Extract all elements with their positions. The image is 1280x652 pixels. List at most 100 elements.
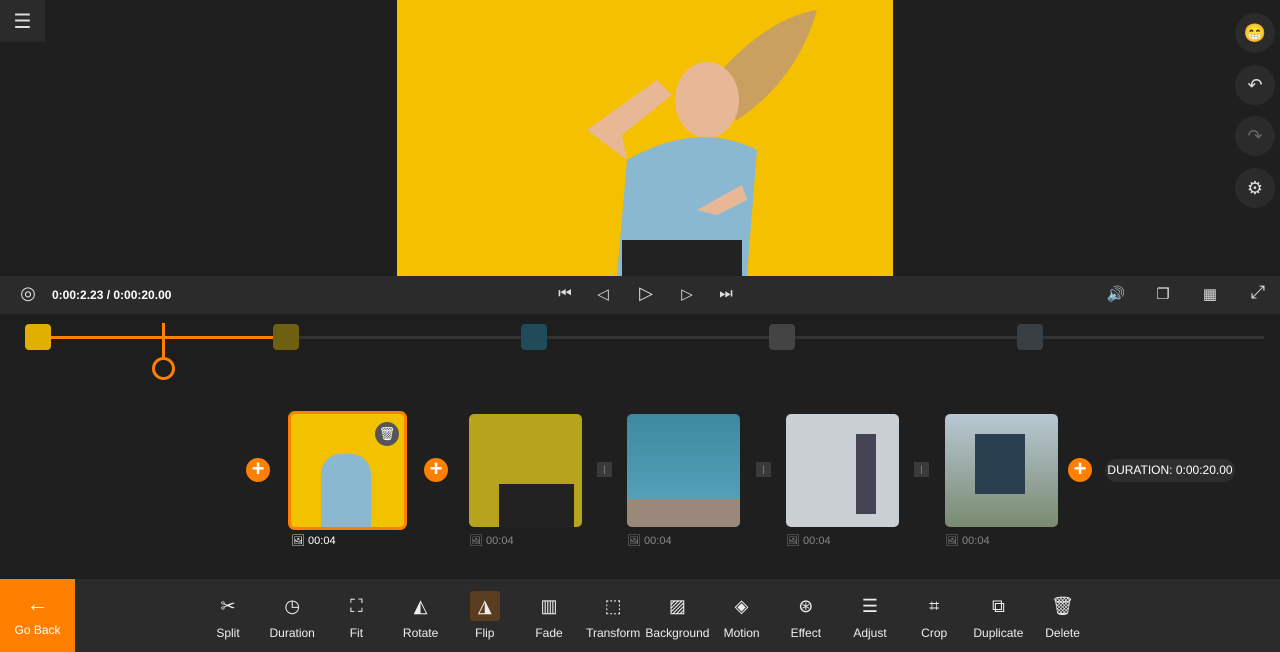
trash-icon[interactable]: 🗑 xyxy=(375,422,399,446)
fullscreen-button[interactable]: ⤢ xyxy=(1248,282,1268,303)
tool-rotate[interactable]: ◭ Rotate xyxy=(389,579,453,652)
undo-icon: ↶ xyxy=(1247,74,1263,95)
tool-label: Split xyxy=(216,626,240,640)
tool-adjust[interactable]: ☰ Adjust xyxy=(838,579,902,652)
tool-label: Flip xyxy=(475,626,495,640)
motion-icon: ◈ xyxy=(734,596,749,616)
tool-label: Delete xyxy=(1045,626,1080,640)
add-clip-button[interactable]: + xyxy=(424,458,448,482)
background-icon: ▨ xyxy=(668,596,686,616)
duplicate-icon: ⧉ xyxy=(991,596,1005,616)
split-icon: ✂ xyxy=(220,596,236,616)
playhead-handle[interactable] xyxy=(152,357,175,380)
undo-button[interactable]: ↶ xyxy=(1235,65,1275,105)
transition-button[interactable]: | xyxy=(914,462,929,477)
clip-thumbnail-5[interactable] xyxy=(945,414,1058,527)
crop-icon: ⌗ xyxy=(929,596,940,616)
transition-button[interactable]: | xyxy=(756,462,771,477)
clip-duration-2: 🖼 00:04 xyxy=(469,535,514,547)
film-reel-icon[interactable]: ◎ xyxy=(18,283,38,304)
tool-transform[interactable]: ⬚ Transform xyxy=(581,579,645,652)
tool-label: Duplicate xyxy=(973,626,1024,640)
redo-button[interactable]: ↷ xyxy=(1235,116,1275,156)
tool-label: Transform xyxy=(586,626,641,640)
go-back-button[interactable]: ← Go Back xyxy=(0,579,75,652)
transform-icon: ⬚ xyxy=(604,596,622,616)
add-clip-button[interactable]: + xyxy=(1068,458,1092,482)
hamburger-icon: ☰ xyxy=(13,10,32,33)
go-back-label: Go Back xyxy=(14,623,61,637)
tool-delete[interactable]: 🗑 Delete xyxy=(1031,579,1095,652)
tool-background[interactable]: ▨ Background xyxy=(645,579,709,652)
delete-icon: 🗑 xyxy=(1051,596,1075,616)
grid-button[interactable]: ▦ xyxy=(1200,285,1220,303)
clip-thumbnail-1[interactable]: 🗑 xyxy=(288,411,407,530)
redo-icon: ↷ xyxy=(1247,125,1263,146)
bottom-toolbar: ← Go Back ✂ Split ◷ Duration ⛶ Fit ◭ Rotate ◮ Fli… xyxy=(0,579,1280,652)
transition-button[interactable]: | xyxy=(597,462,612,477)
video-preview xyxy=(397,0,893,276)
clip-figure xyxy=(975,434,1025,494)
total-duration-badge: DURATION: 0:00:20.00 xyxy=(1105,459,1235,482)
clip-thumbnail-2[interactable] xyxy=(469,414,582,527)
tool-label: Fade xyxy=(535,626,563,640)
skip-start-button[interactable]: ⏮ xyxy=(555,285,575,302)
timeline-marker[interactable] xyxy=(769,324,795,350)
tool-label: Duration xyxy=(269,626,315,640)
timeline-marker[interactable] xyxy=(521,324,547,350)
add-clip-button[interactable]: + xyxy=(246,458,270,482)
timeline-marker[interactable] xyxy=(1017,324,1043,350)
tool-label: Motion xyxy=(723,626,760,640)
timeline-marker[interactable] xyxy=(273,324,299,350)
aspect-ratio-button[interactable]: ❐ xyxy=(1153,285,1173,303)
tool-label: Effect xyxy=(790,626,822,640)
fade-icon: ▥ xyxy=(540,596,558,616)
gear-icon: ⚙ xyxy=(1246,177,1264,198)
timeline-marker[interactable] xyxy=(25,324,51,350)
emoji-button[interactable]: 😁 xyxy=(1235,13,1275,53)
playhead-line[interactable] xyxy=(162,323,165,358)
tool-fit[interactable]: ⛶ Fit xyxy=(324,579,388,652)
timeline[interactable] xyxy=(0,314,1280,394)
emoji-icon: 😁 xyxy=(1243,22,1267,43)
tool-label: Adjust xyxy=(853,626,887,640)
clip-duration-4: 🖼 00:04 xyxy=(786,535,831,547)
settings-button[interactable]: ⚙ xyxy=(1235,168,1275,208)
fit-icon: ⛶ xyxy=(350,596,363,616)
volume-button[interactable]: 🔊 xyxy=(1106,285,1126,303)
prev-frame-button[interactable]: ◁ xyxy=(593,285,613,303)
tool-crop[interactable]: ⌗ Crop xyxy=(902,579,966,652)
arrow-left-icon: ← xyxy=(26,591,49,616)
clip-figure xyxy=(627,499,740,527)
tool-label: Background xyxy=(645,626,710,640)
tool-label: Fit xyxy=(349,626,364,640)
clip-duration-3: 🖼 00:04 xyxy=(627,535,672,547)
tool-label: Crop xyxy=(921,626,948,640)
tool-effect[interactable]: ⊛ Effect xyxy=(774,579,838,652)
effect-icon: ⊛ xyxy=(798,596,814,616)
play-button[interactable]: ▷ xyxy=(636,283,656,304)
player-controls: ◎ 0:00:2.23 / 0:00:20.00 ⏮ ◁ ▷ ▷ ⏭ 🔊 ❐ ▦… xyxy=(0,276,1280,314)
clip-duration-5: 🖼 00:04 xyxy=(945,535,990,547)
clip-thumbnail-4[interactable] xyxy=(786,414,899,527)
clip-duration-1: 🖼 00:04 xyxy=(291,535,336,547)
clip-figure xyxy=(856,434,876,514)
tool-flip[interactable]: ◮ Flip xyxy=(453,579,517,652)
adjust-icon: ☰ xyxy=(861,596,879,616)
next-frame-button[interactable]: ▷ xyxy=(677,285,697,303)
tool-motion[interactable]: ◈ Motion xyxy=(710,579,774,652)
tool-duplicate[interactable]: ⧉ Duplicate xyxy=(966,579,1030,652)
skip-end-button[interactable]: ⏭ xyxy=(716,285,736,302)
clip-thumbnail-3[interactable] xyxy=(627,414,740,527)
clip-figure xyxy=(321,454,371,527)
rotate-icon: ◭ xyxy=(413,596,428,616)
time-readout: 0:00:2.23 / 0:00:20.00 xyxy=(52,288,172,302)
preview-image xyxy=(587,10,817,276)
menu-button[interactable]: ☰ xyxy=(0,0,45,42)
duration-icon: ◷ xyxy=(284,596,301,616)
tool-duration[interactable]: ◷ Duration xyxy=(260,579,324,652)
tool-label: Rotate xyxy=(402,626,439,640)
tool-fade[interactable]: ▥ Fade xyxy=(517,579,581,652)
flip-icon: ◮ xyxy=(469,591,500,621)
tool-split[interactable]: ✂ Split xyxy=(196,579,260,652)
